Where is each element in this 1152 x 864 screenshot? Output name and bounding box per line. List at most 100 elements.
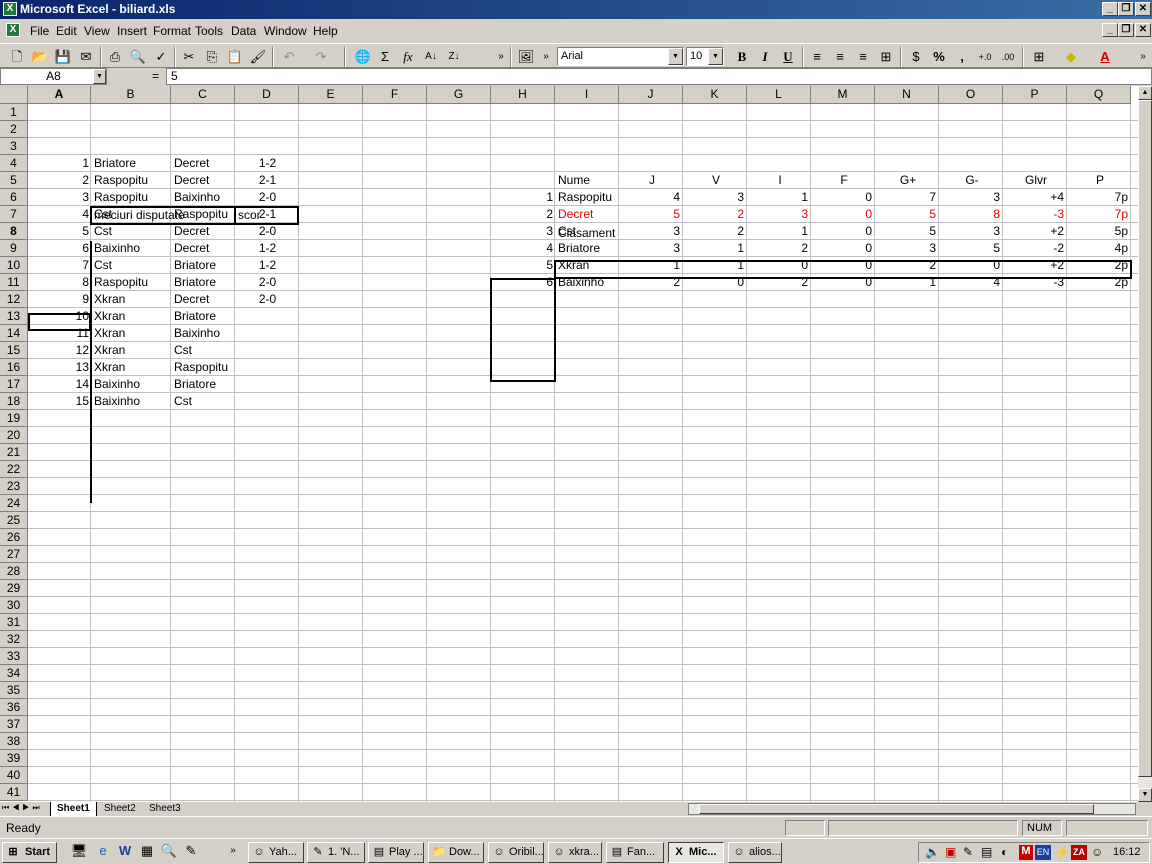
standings-header-1[interactable]: J <box>620 172 684 189</box>
standings-cell[interactable]: 5p <box>1068 223 1130 240</box>
match-team-2[interactable]: Raspopitu <box>172 359 235 376</box>
standings-header-4[interactable]: F <box>812 172 876 189</box>
task-button[interactable]: ☺ xkra... <box>548 842 602 863</box>
standings-cell[interactable]: 1 <box>748 223 810 240</box>
row-header-30[interactable]: 30 <box>0 597 28 614</box>
tray-icon[interactable]: ◐ <box>1001 845 1008 859</box>
match-score[interactable] <box>236 342 299 359</box>
standings-cell[interactable]: 3 <box>684 189 746 206</box>
row-header-7[interactable]: 7 <box>0 206 28 223</box>
row-header-27[interactable]: 27 <box>0 546 28 563</box>
align-right-icon[interactable]: ≡ <box>852 47 874 67</box>
horizontal-scrollbar[interactable] <box>688 803 1136 815</box>
standings-cell[interactable]: 5 <box>876 206 938 223</box>
standings-cell[interactable]: 4p <box>1068 240 1130 257</box>
standings-cell[interactable]: 7 <box>876 189 938 206</box>
menu-insert[interactable]: Insert <box>117 24 147 38</box>
font-size-combo[interactable]: 10 ▼ <box>686 47 724 66</box>
row-header-34[interactable]: 34 <box>0 665 28 682</box>
tab-sheet2[interactable]: Sheet2 <box>98 802 142 816</box>
match-number[interactable]: 7 <box>28 257 91 274</box>
tray-icon[interactable]: ✎ <box>963 845 973 859</box>
row-header-41[interactable]: 41 <box>0 784 28 801</box>
standings-cell[interactable]: +4 <box>1004 189 1066 206</box>
standings-cell[interactable]: Xkran <box>556 257 618 274</box>
standings-cell[interactable]: 3 <box>620 223 682 240</box>
row-header-20[interactable]: 20 <box>0 427 28 444</box>
column-header-o[interactable]: O <box>939 86 1003 104</box>
cut-icon[interactable]: ✂ <box>178 47 200 67</box>
row-header-40[interactable]: 40 <box>0 767 28 784</box>
standings-cell[interactable]: 2p <box>1068 274 1130 291</box>
standings-cell[interactable]: Raspopitu <box>556 189 618 206</box>
row-header-24[interactable]: 24 <box>0 495 28 512</box>
row-header-26[interactable]: 26 <box>0 529 28 546</box>
row-header-8[interactable]: 8 <box>0 223 28 240</box>
menu-tools[interactable]: Tools <box>195 24 223 38</box>
standings-cell[interactable]: 5 <box>876 223 938 240</box>
standings-rank[interactable]: 4 <box>491 240 555 257</box>
menu-help[interactable]: Help <box>313 24 338 38</box>
row-header-17[interactable]: 17 <box>0 376 28 393</box>
standings-cell[interactable]: -2 <box>1004 240 1066 257</box>
standings-rank[interactable]: 1 <box>491 189 555 206</box>
h-scroll-thumb[interactable] <box>699 804 1094 814</box>
row-header-13[interactable]: 13 <box>0 308 28 325</box>
standings-cell[interactable]: 1 <box>684 257 746 274</box>
volume-icon[interactable]: 🔈 <box>925 845 940 859</box>
match-score[interactable] <box>236 393 299 410</box>
column-header-p[interactable]: P <box>1003 86 1067 104</box>
zonealarm-icon[interactable]: ZA <box>1071 845 1087 860</box>
print-preview-icon[interactable]: 🔍 <box>127 47 149 67</box>
menu-view[interactable]: View <box>84 24 110 38</box>
match-number[interactable]: 9 <box>28 291 91 308</box>
minimize-button[interactable]: _ <box>1102 2 1118 16</box>
tray-icon[interactable]: M <box>1019 845 1033 860</box>
match-team-1[interactable]: Baixinho <box>92 240 171 257</box>
match-team-2[interactable]: Decret <box>172 172 235 189</box>
open-icon[interactable]: 📂 <box>29 47 51 67</box>
match-team-2[interactable]: Raspopitu <box>172 206 235 223</box>
match-team-1[interactable]: Cst <box>92 223 171 240</box>
match-team-2[interactable]: Briatore <box>172 308 235 325</box>
merge-center-icon[interactable]: ⊞ <box>875 47 897 67</box>
match-score[interactable]: 1-2 <box>236 155 299 172</box>
column-header-f[interactable]: F <box>363 86 427 104</box>
standings-rank[interactable]: 6 <box>491 274 555 291</box>
toolbar-overflow-icon-3[interactable]: » <box>1132 47 1152 67</box>
match-number[interactable]: 3 <box>28 189 91 206</box>
standings-cell[interactable]: 1 <box>748 189 810 206</box>
row-header-28[interactable]: 28 <box>0 563 28 580</box>
redo-icon[interactable]: ↷ <box>310 47 332 67</box>
task-button[interactable]: ☺ Yah... <box>248 842 304 863</box>
email-icon[interactable]: ✉ <box>75 47 97 67</box>
standings-header-7[interactable]: Glvr <box>1004 172 1068 189</box>
increase-decimal-icon[interactable]: +.0 <box>974 47 996 67</box>
standings-cell[interactable]: 5 <box>940 240 1002 257</box>
column-header-m[interactable]: M <box>811 86 875 104</box>
row-header-11[interactable]: 11 <box>0 274 28 291</box>
standings-cell[interactable]: Decret <box>556 206 618 223</box>
standings-cell[interactable]: 3 <box>876 240 938 257</box>
match-team-2[interactable]: Decret <box>172 291 235 308</box>
task-button[interactable]: ☺ Oribil... <box>488 842 544 863</box>
column-header-e[interactable]: E <box>299 86 363 104</box>
language-indicator[interactable]: EN <box>1035 845 1051 860</box>
task-button[interactable]: ☺ alios... <box>728 842 782 863</box>
standings-cell[interactable]: 4 <box>940 274 1002 291</box>
standings-cell[interactable]: 0 <box>812 257 874 274</box>
standings-cell[interactable]: 0 <box>684 274 746 291</box>
match-number[interactable]: 13 <box>28 359 91 376</box>
hyperlink-icon[interactable]: 🌐 <box>352 47 374 67</box>
row-header-33[interactable]: 33 <box>0 648 28 665</box>
bold-button[interactable]: B <box>731 47 753 67</box>
row-header-29[interactable]: 29 <box>0 580 28 597</box>
row-header-36[interactable]: 36 <box>0 699 28 716</box>
standings-cell[interactable]: 0 <box>748 257 810 274</box>
standings-cell[interactable]: Baixinho <box>556 274 618 291</box>
standings-cell[interactable]: 5 <box>620 206 682 223</box>
menu-format[interactable]: Format <box>153 24 191 38</box>
match-team-2[interactable]: Cst <box>172 393 235 410</box>
search-icon[interactable]: 🔍 <box>158 841 180 861</box>
row-header-35[interactable]: 35 <box>0 682 28 699</box>
